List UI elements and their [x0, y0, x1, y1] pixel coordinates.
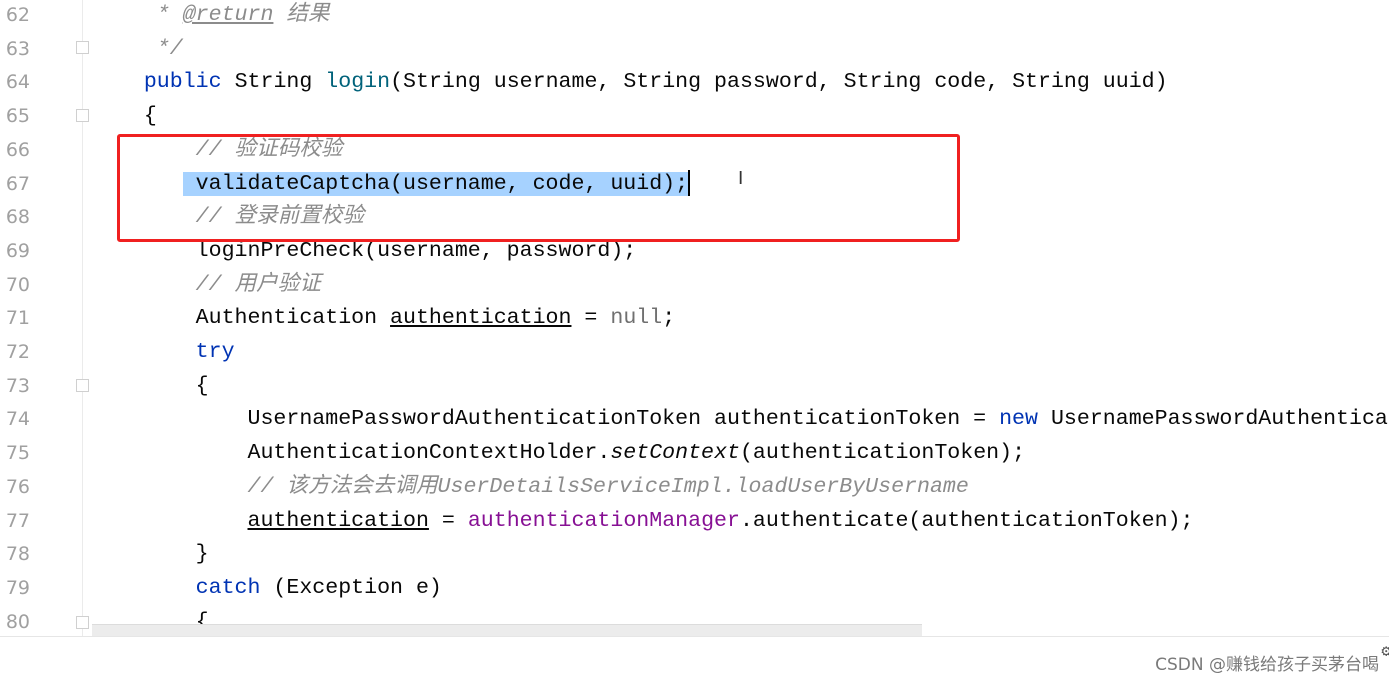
code-token: UsernamePasswordAuthenticationToken auth… [92, 407, 1000, 432]
line-number: 75 [5, 442, 30, 465]
code-token: authentication [247, 508, 429, 533]
line-number: 74 [5, 408, 30, 431]
horizontal-scrollbar[interactable] [92, 624, 922, 636]
code-line[interactable]: 75 AuthenticationContextHolder.setContex… [0, 436, 1389, 470]
ibeam-cursor-icon: I [738, 168, 744, 189]
code-text: authentication = authenticationManager.a… [92, 504, 1194, 538]
code-token: new [999, 407, 1038, 432]
code-editor[interactable]: 62 * @return 结果 63 */64 public String log… [0, 0, 1389, 636]
code-token: authentication [390, 306, 572, 331]
code-token: .authenticate(authenticationToken); [739, 508, 1194, 533]
line-number: 69 [5, 239, 30, 262]
code-text: AuthenticationContextHolder.setContext(a… [92, 436, 1026, 470]
line-number: 67 [5, 172, 30, 195]
bottom-bar: CSDN @赚钱给孩子买茅台喝 ⚙ [0, 636, 1389, 680]
line-number: 62 [5, 4, 30, 26]
fold-marker-icon[interactable] [76, 109, 89, 122]
line-number: 80 [5, 610, 30, 633]
code-token: login [325, 70, 391, 95]
code-token: (authenticationToken); [739, 441, 1026, 466]
code-text: public String login(String username, Str… [92, 65, 1168, 99]
code-line[interactable]: 74 UsernamePasswordAuthenticationToken a… [0, 402, 1389, 436]
fold-marker-icon[interactable] [76, 616, 89, 629]
line-number: 68 [5, 206, 30, 229]
code-text: catch (Exception e) [92, 571, 442, 605]
code-token: public [143, 70, 222, 95]
text-caret [688, 170, 690, 196]
code-token: authenticationManager [467, 508, 740, 533]
line-number: 72 [5, 341, 30, 363]
code-token: * [92, 3, 183, 27]
code-line[interactable]: 73 { [0, 369, 1389, 403]
code-line[interactable]: 79 catch (Exception e) [0, 571, 1389, 605]
line-number: 73 [5, 374, 30, 397]
line-number: 64 [5, 71, 30, 94]
code-token: { [92, 104, 157, 129]
code-token: @return [182, 3, 274, 27]
code-line[interactable]: 62 * @return 结果 [0, 0, 1389, 32]
code-token: = [571, 306, 611, 331]
code-text: try [92, 335, 235, 369]
line-number: 79 [5, 576, 30, 599]
code-line[interactable]: 78 } [0, 537, 1389, 571]
code-token: */ [92, 36, 183, 61]
code-token: ; [662, 306, 676, 331]
code-token: = [428, 508, 468, 533]
code-token: AuthenticationContextHolder. [92, 441, 611, 466]
code-text: * @return 结果 [92, 0, 330, 32]
code-token: null [610, 306, 663, 331]
line-number: 70 [5, 273, 30, 296]
code-line[interactable]: 63 */ [0, 32, 1389, 66]
code-text: Authentication authentication = null; [92, 301, 676, 335]
fold-marker-icon[interactable] [76, 379, 89, 392]
code-token: Authentication [92, 306, 391, 331]
code-token: loginPreCheck(username, password); [92, 238, 637, 263]
code-token: // 该方法会去调用UserDetailsServiceImpl.loadUse… [92, 474, 969, 499]
line-number: 63 [5, 37, 30, 60]
code-text: { [92, 99, 157, 133]
fold-marker-icon[interactable] [76, 41, 89, 54]
code-token: 结果 [273, 3, 330, 27]
gear-icon[interactable]: ⚙ [1381, 641, 1389, 660]
line-number: 65 [5, 105, 30, 128]
line-number: 77 [5, 509, 30, 532]
code-line[interactable]: 77 authentication = authenticationManage… [0, 504, 1389, 538]
code-token: } [92, 542, 209, 567]
code-token: setContext [610, 441, 740, 466]
watermark: CSDN @赚钱给孩子买茅台喝 [1155, 655, 1379, 675]
highlight-box [117, 134, 960, 242]
line-number: 76 [5, 475, 30, 498]
code-token: // 用户验证 [92, 272, 321, 297]
code-token: String [221, 70, 326, 95]
line-number: 66 [5, 138, 30, 161]
line-number: 71 [5, 307, 30, 330]
code-text: */ [92, 32, 183, 66]
code-text: // 该方法会去调用UserDetailsServiceImpl.loadUse… [92, 470, 969, 504]
code-text: } [92, 537, 209, 571]
code-text: UsernamePasswordAuthenticationToken auth… [92, 402, 1388, 436]
code-token: catch [195, 575, 261, 600]
code-line[interactable]: 64 public String login(String username, … [0, 65, 1389, 99]
code-line[interactable]: 65 { [0, 99, 1389, 133]
code-token: UsernamePasswordAuthentica [1037, 407, 1388, 432]
code-text: { [92, 369, 209, 403]
code-line[interactable]: 76 // 该方法会去调用UserDetailsServiceImpl.load… [0, 470, 1389, 504]
code-line[interactable]: 72 try [0, 335, 1389, 369]
code-text: // 用户验证 [92, 268, 321, 302]
code-token: { [92, 373, 209, 398]
code-token: (Exception e) [260, 575, 442, 600]
code-token: (String username, String password, Strin… [390, 70, 1168, 95]
line-number: 78 [5, 543, 30, 566]
code-line[interactable]: 71 Authentication authentication = null; [0, 301, 1389, 335]
code-line[interactable]: 70 // 用户验证 [0, 268, 1389, 302]
code-token: try [195, 340, 235, 364]
